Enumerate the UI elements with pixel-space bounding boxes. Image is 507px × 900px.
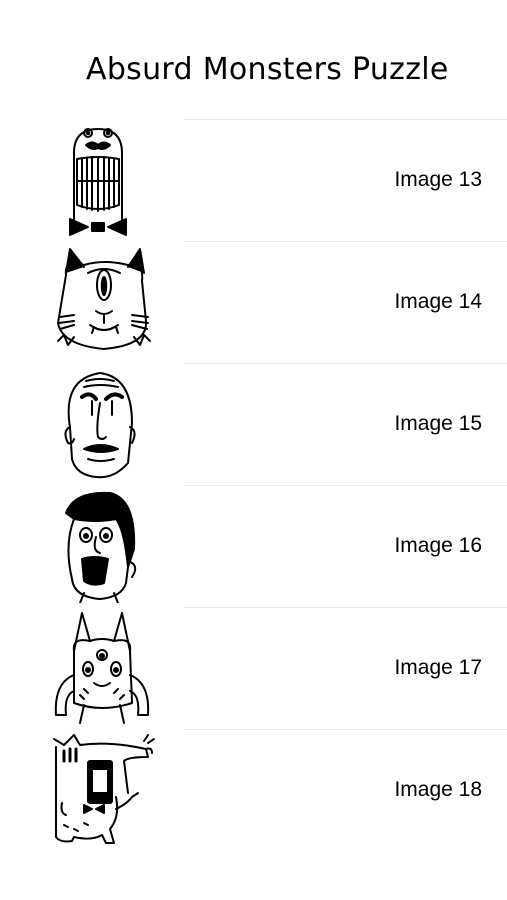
image-label: Image 17: [394, 656, 482, 679]
list-item-image-14[interactable]: Image 14: [0, 241, 507, 363]
smiling-bowtie-monster-icon: [44, 123, 160, 237]
image-label: Image 18: [394, 778, 482, 801]
list-item-image-18[interactable]: Image 18: [0, 729, 507, 851]
row-divider: [184, 485, 507, 486]
list-item-image-15[interactable]: Image 15: [0, 363, 507, 485]
horned-three-eyed-monster-icon: [44, 611, 160, 725]
list-item-image-13[interactable]: Image 13: [0, 119, 507, 241]
one-eyed-cat-monster-icon: [44, 245, 160, 359]
row-divider: [184, 119, 507, 120]
list-item-image-17[interactable]: Image 17: [0, 607, 507, 729]
image-list: Image 13 Image 14 Image 15 Image 16 Imag…: [0, 119, 507, 851]
row-divider: [184, 729, 507, 730]
list-item-image-16[interactable]: Image 16: [0, 485, 507, 607]
image-label: Image 14: [394, 290, 482, 313]
pompadour-man-icon: [44, 489, 160, 603]
row-divider: [184, 607, 507, 608]
page-title: Absurd Monsters Puzzle: [86, 52, 449, 87]
image-label: Image 13: [394, 168, 482, 191]
image-label: Image 15: [394, 412, 482, 435]
image-label: Image 16: [394, 534, 482, 557]
bald-mustache-man-icon: [44, 367, 160, 481]
wolf-bowtie-monster-icon: [44, 733, 160, 847]
row-divider: [184, 363, 507, 364]
row-divider: [184, 241, 507, 242]
